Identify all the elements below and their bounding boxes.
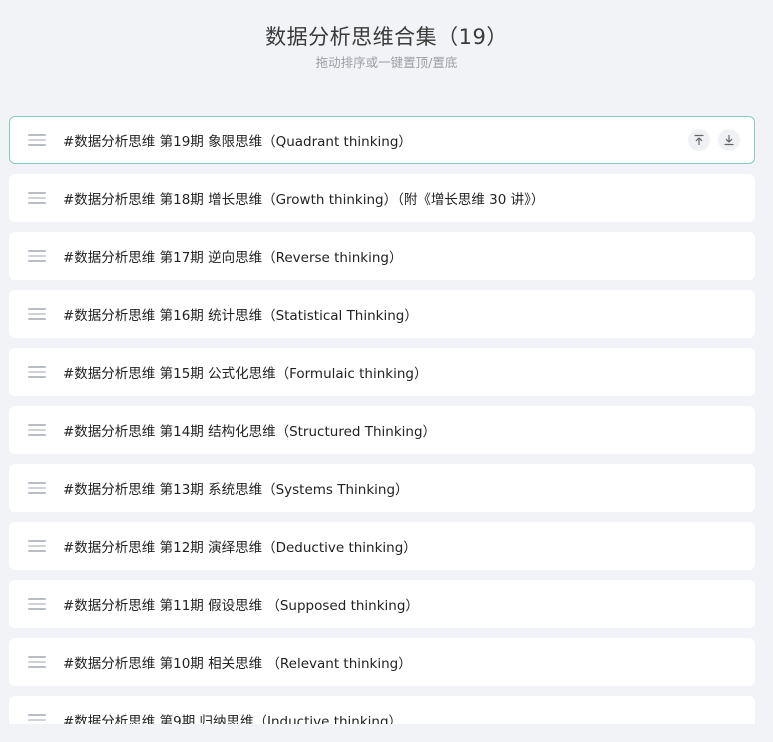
- move-to-bottom-icon: [724, 134, 734, 146]
- article-list-viewport[interactable]: #数据分析思维 第19期 象限思维（Quadrant thinking） #数据分…: [9, 116, 755, 724]
- move-to-top-button[interactable]: [688, 129, 710, 151]
- list-item-title: #数据分析思维 第13期 系统思维（Systems Thinking）: [63, 482, 409, 498]
- list-item[interactable]: #数据分析思维 第10期 相关思维 （Relevant thinking）: [9, 638, 755, 686]
- list-item[interactable]: #数据分析思维 第15期 公式化思维（Formulaic thinking）: [9, 348, 755, 396]
- list-item[interactable]: #数据分析思维 第9期 归纳思维（Inductive thinking）: [9, 696, 755, 724]
- move-to-bottom-button[interactable]: [718, 129, 740, 151]
- list-item-title: #数据分析思维 第16期 统计思维（Statistical Thinking）: [63, 308, 418, 324]
- list-item-title: #数据分析思维 第14期 结构化思维（Structured Thinking）: [63, 424, 437, 440]
- list-item[interactable]: #数据分析思维 第16期 统计思维（Statistical Thinking）: [9, 290, 755, 338]
- drag-handle-icon[interactable]: [28, 424, 46, 436]
- list-item-title: #数据分析思维 第18期 增长思维（Growth thinking）（附《增长思…: [63, 192, 545, 208]
- page: 数据分析思维合集（19） 拖动排序或一键置顶/置底 #数据分析思维 第19期 象…: [0, 0, 773, 742]
- list-item[interactable]: #数据分析思维 第18期 增长思维（Growth thinking）（附《增长思…: [9, 174, 755, 222]
- list-item-title: #数据分析思维 第12期 演绎思维（Deductive thinking）: [63, 540, 417, 556]
- drag-handle-icon[interactable]: [28, 366, 46, 378]
- row-actions: [688, 129, 740, 151]
- drag-handle-icon[interactable]: [28, 192, 46, 204]
- drag-handle-icon[interactable]: [28, 714, 46, 724]
- page-subtitle: 拖动排序或一键置顶/置底: [315, 55, 458, 70]
- list-item-title: #数据分析思维 第9期 归纳思维（Inductive thinking）: [63, 714, 403, 724]
- list-item[interactable]: #数据分析思维 第11期 假设思维 （Supposed thinking）: [9, 580, 755, 628]
- list-item-title: #数据分析思维 第10期 相关思维 （Relevant thinking）: [63, 656, 412, 672]
- list-item-title: #数据分析思维 第11期 假设思维 （Supposed thinking）: [63, 598, 419, 614]
- drag-handle-icon[interactable]: [28, 250, 46, 262]
- list-item-title: #数据分析思维 第15期 公式化思维（Formulaic thinking）: [63, 366, 428, 382]
- drag-handle-icon[interactable]: [28, 308, 46, 320]
- list-item[interactable]: #数据分析思维 第19期 象限思维（Quadrant thinking）: [9, 116, 755, 164]
- drag-handle-icon[interactable]: [28, 540, 46, 552]
- header: 数据分析思维合集（19） 拖动排序或一键置顶/置底: [0, 0, 773, 72]
- list-item[interactable]: #数据分析思维 第12期 演绎思维（Deductive thinking）: [9, 522, 755, 570]
- list-item-title: #数据分析思维 第17期 逆向思维（Reverse thinking）: [63, 250, 403, 266]
- drag-handle-icon[interactable]: [28, 598, 46, 610]
- list-item[interactable]: #数据分析思维 第17期 逆向思维（Reverse thinking）: [9, 232, 755, 280]
- list-item[interactable]: #数据分析思维 第14期 结构化思维（Structured Thinking）: [9, 406, 755, 454]
- article-list: #数据分析思维 第19期 象限思维（Quadrant thinking） #数据分…: [9, 116, 755, 724]
- move-to-top-icon: [694, 134, 704, 146]
- drag-handle-icon[interactable]: [28, 656, 46, 668]
- list-item[interactable]: #数据分析思维 第13期 系统思维（Systems Thinking）: [9, 464, 755, 512]
- list-item-title: #数据分析思维 第19期 象限思维（Quadrant thinking）: [63, 134, 412, 150]
- page-title: 数据分析思维合集（19）: [265, 25, 508, 49]
- drag-handle-icon[interactable]: [28, 134, 46, 146]
- drag-handle-icon[interactable]: [28, 482, 46, 494]
